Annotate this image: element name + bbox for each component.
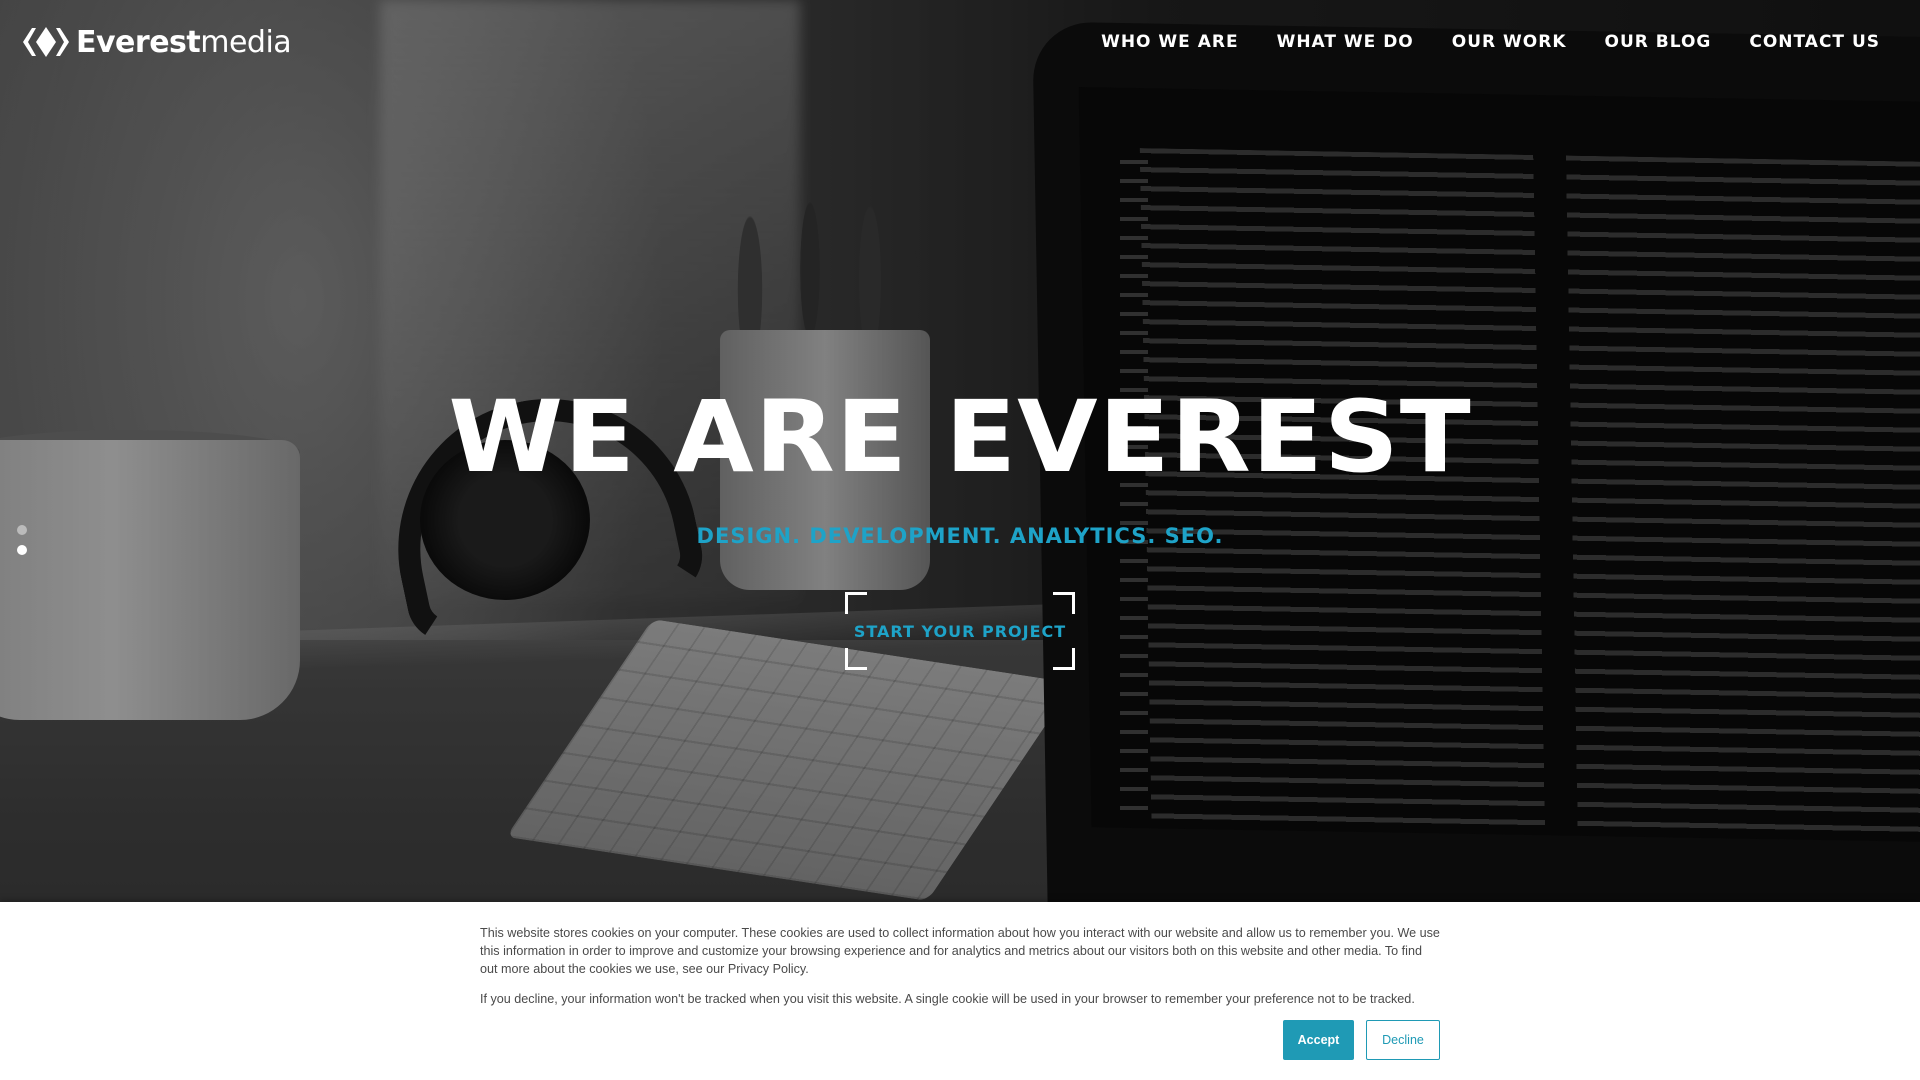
nav-item-who-we-are[interactable]: WHO WE ARE — [1101, 32, 1239, 52]
site-logo[interactable]: Everestmedia — [22, 24, 292, 60]
nav-item-contact-us[interactable]: CONTACT US — [1749, 32, 1880, 52]
nav-item-what-we-do[interactable]: WHAT WE DO — [1277, 32, 1414, 52]
hero-subtitle: DESIGN. DEVELOPMENT. ANALYTICS. SEO. — [696, 524, 1224, 548]
cta-corner-top-left — [845, 592, 867, 614]
slider-dot-2[interactable] — [17, 545, 27, 555]
cookie-banner-text: This website stores cookies on your comp… — [480, 924, 1440, 1008]
cookie-decline-paragraph: If you decline, your information won't b… — [480, 992, 1415, 1006]
everest-diamond-logo-icon — [23, 27, 69, 57]
start-project-button[interactable]: START YOUR PROJECT — [845, 592, 1075, 670]
hero-title: WE ARE EVEREST — [448, 379, 1472, 495]
accept-cookies-button[interactable]: Accept — [1283, 1020, 1354, 1060]
nav-item-our-work[interactable]: OUR WORK — [1452, 32, 1567, 52]
cta-corner-bottom-right — [1053, 648, 1075, 670]
main-navigation: WHO WE ARE WHAT WE DO OUR WORK OUR BLOG … — [1101, 32, 1880, 52]
start-project-label: START YOUR PROJECT — [853, 621, 1067, 641]
cookie-banner-actions: Accept Decline — [1283, 1020, 1440, 1060]
cta-corner-top-right — [1053, 592, 1075, 614]
cookie-consent-banner: This website stores cookies on your comp… — [0, 902, 1920, 1080]
slider-dot-1[interactable] — [17, 525, 27, 535]
cta-corner-bottom-left — [845, 648, 867, 670]
logo-text-bold: Everest — [76, 24, 201, 60]
hero-slider-dots — [17, 525, 27, 555]
decline-cookies-button[interactable]: Decline — [1366, 1020, 1440, 1060]
cookie-info-paragraph: This website stores cookies on your comp… — [480, 926, 1440, 976]
logo-text-light: media — [200, 24, 292, 60]
nav-item-our-blog[interactable]: OUR BLOG — [1605, 32, 1712, 52]
site-logo-text: Everestmedia — [76, 24, 292, 60]
